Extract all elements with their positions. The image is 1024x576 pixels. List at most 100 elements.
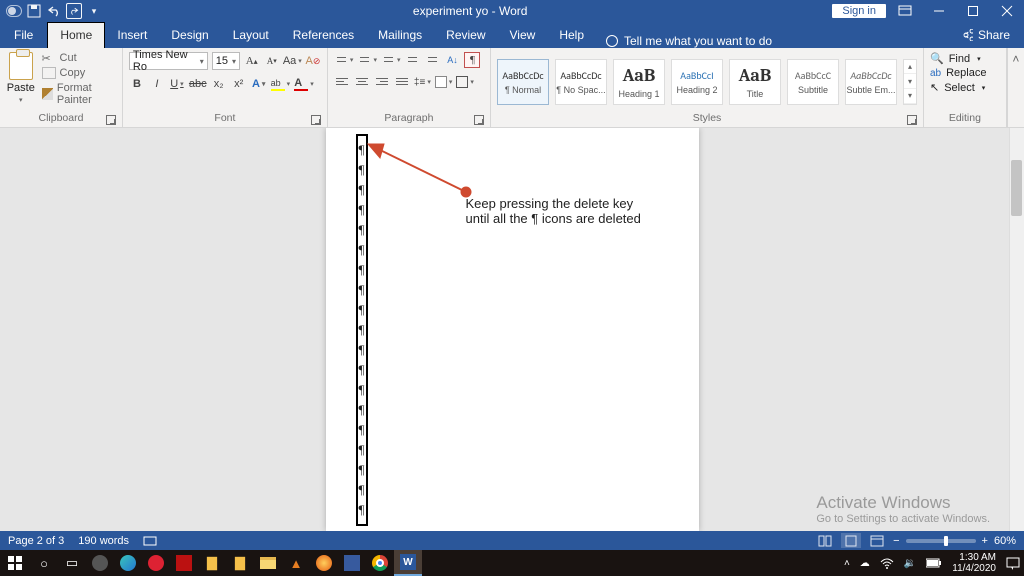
- cut-button[interactable]: ✂Cut: [42, 52, 116, 64]
- align-left-button[interactable]: [334, 74, 350, 90]
- taskbar-app-opera[interactable]: [142, 550, 170, 576]
- print-layout-button[interactable]: [841, 533, 861, 548]
- font-size-combo[interactable]: 15▾: [212, 52, 240, 70]
- taskbar-app-folder2[interactable]: ▇: [226, 550, 254, 576]
- paragraph-dialog-launcher[interactable]: [474, 115, 484, 125]
- numbering-button[interactable]: ▾: [357, 52, 377, 68]
- subscript-button[interactable]: x₂: [211, 76, 227, 92]
- align-center-button[interactable]: [354, 74, 370, 90]
- font-dialog-launcher[interactable]: [311, 115, 321, 125]
- tab-home[interactable]: Home: [47, 22, 105, 48]
- save-icon[interactable]: [26, 3, 42, 19]
- undo-icon[interactable]: [46, 3, 62, 19]
- borders-button[interactable]: ▾: [456, 74, 474, 90]
- taskbar-app-edge[interactable]: [114, 550, 142, 576]
- bullets-button[interactable]: ▾: [334, 52, 354, 68]
- increase-indent-button[interactable]: [424, 52, 440, 68]
- find-button[interactable]: 🔍Find▾: [930, 52, 986, 65]
- word-count[interactable]: 190 words: [78, 535, 129, 547]
- zoom-slider[interactable]: [906, 539, 976, 543]
- vertical-scrollbar[interactable]: [1009, 128, 1024, 531]
- redo-icon[interactable]: [66, 3, 82, 19]
- taskbar-app-chrome[interactable]: [366, 550, 394, 576]
- shading-button[interactable]: ▾: [435, 74, 453, 90]
- format-painter-button[interactable]: Format Painter: [42, 82, 116, 106]
- style-no-spacing[interactable]: AaBbCcDc¶ No Spac...: [555, 59, 607, 105]
- style-subtitle[interactable]: AaBbCcCSubtitle: [787, 59, 839, 105]
- styles-scroll[interactable]: ▴▾▾: [903, 59, 917, 105]
- search-icon[interactable]: ○: [30, 550, 58, 576]
- superscript-button[interactable]: x²: [231, 76, 247, 92]
- shrink-font-button[interactable]: A▾: [264, 53, 280, 69]
- styles-dialog-launcher[interactable]: [907, 115, 917, 125]
- taskbar-app-vlc[interactable]: ▲: [282, 550, 310, 576]
- notification-icon[interactable]: [1006, 557, 1020, 570]
- web-layout-button[interactable]: [867, 533, 887, 548]
- line-spacing-button[interactable]: ‡≡▾: [414, 74, 431, 90]
- autosave-toggle[interactable]: [6, 3, 22, 19]
- clipboard-dialog-launcher[interactable]: [106, 115, 116, 125]
- tab-help[interactable]: Help: [547, 23, 596, 48]
- tray-wifi-icon[interactable]: [880, 558, 894, 569]
- tab-view[interactable]: View: [498, 23, 548, 48]
- tab-references[interactable]: References: [281, 23, 366, 48]
- taskbar-app-folder1[interactable]: ▇: [198, 550, 226, 576]
- select-button[interactable]: ↖Select▾: [930, 81, 986, 94]
- sort-button[interactable]: A↓: [444, 52, 460, 68]
- tab-review[interactable]: Review: [434, 23, 497, 48]
- style-normal[interactable]: AaBbCcDc¶ Normal: [497, 59, 549, 105]
- style-heading-1[interactable]: AaBHeading 1: [613, 59, 665, 105]
- tell-me-search[interactable]: Tell me what you want to do: [606, 34, 772, 48]
- page[interactable]: ¶¶¶¶¶¶¶¶¶¶¶¶¶¶¶¶¶¶¶ Keep pressing the de…: [326, 128, 699, 531]
- tab-insert[interactable]: Insert: [105, 23, 159, 48]
- grow-font-button[interactable]: A▴: [244, 53, 260, 69]
- maximize-button[interactable]: [958, 0, 988, 22]
- read-mode-button[interactable]: [815, 533, 835, 548]
- ribbon-display-icon[interactable]: [890, 0, 920, 22]
- scrollbar-thumb[interactable]: [1011, 160, 1022, 216]
- clear-format-button[interactable]: A⊘: [305, 53, 321, 69]
- italic-button[interactable]: I: [149, 76, 165, 92]
- taskbar-app-firefox[interactable]: [310, 550, 338, 576]
- font-family-combo[interactable]: Times New Ro▾: [129, 52, 208, 70]
- qat-customize-icon[interactable]: ▾: [86, 3, 102, 19]
- style-title[interactable]: AaBTitle: [729, 59, 781, 105]
- share-button[interactable]: Share: [947, 23, 1024, 48]
- font-color-button[interactable]: A▾: [294, 76, 314, 92]
- page-indicator[interactable]: Page 2 of 3: [8, 535, 64, 547]
- bold-button[interactable]: B: [129, 76, 145, 92]
- highlight-button[interactable]: ab▾: [271, 76, 291, 92]
- tab-design[interactable]: Design: [159, 23, 220, 48]
- style-heading-2[interactable]: AaBbCcIHeading 2: [671, 59, 723, 105]
- taskbar-app-generic[interactable]: [338, 550, 366, 576]
- align-right-button[interactable]: [374, 74, 390, 90]
- taskbar-app-acrobat[interactable]: [170, 550, 198, 576]
- minimize-button[interactable]: [924, 0, 954, 22]
- sign-in-button[interactable]: Sign in: [832, 4, 886, 18]
- spellcheck-icon[interactable]: [143, 535, 157, 547]
- decrease-indent-button[interactable]: [404, 52, 420, 68]
- text-effects-button[interactable]: A▾: [251, 76, 267, 92]
- zoom-in-button[interactable]: +: [982, 535, 988, 547]
- tab-file[interactable]: File: [0, 23, 47, 48]
- tray-cloud-icon[interactable]: ☁: [860, 558, 870, 569]
- style-subtle-emphasis[interactable]: AaBbCcDcSubtle Em...: [845, 59, 897, 105]
- clock[interactable]: 1:30 AM 11/4/2020: [952, 552, 996, 574]
- taskbar-app-explorer[interactable]: [254, 550, 282, 576]
- copy-button[interactable]: Copy: [42, 67, 116, 79]
- taskbar-app-word[interactable]: W: [394, 550, 422, 576]
- zoom-out-button[interactable]: −: [893, 535, 899, 547]
- collapse-ribbon-button[interactable]: ˄: [1007, 48, 1024, 127]
- underline-button[interactable]: U▾: [169, 76, 185, 92]
- paste-button[interactable]: Paste ▾: [6, 52, 36, 111]
- tray-volume-icon[interactable]: 🔉: [904, 558, 916, 569]
- tray-expand-icon[interactable]: ˄: [844, 558, 850, 569]
- tray-battery-icon[interactable]: [926, 558, 942, 568]
- close-button[interactable]: [992, 0, 1022, 22]
- replace-button[interactable]: abReplace: [930, 67, 986, 79]
- justify-button[interactable]: [394, 74, 410, 90]
- tab-layout[interactable]: Layout: [221, 23, 281, 48]
- change-case-button[interactable]: Aa▾: [284, 53, 301, 69]
- show-hide-pilcrow-button[interactable]: ¶: [464, 52, 480, 68]
- zoom-level[interactable]: 60%: [994, 535, 1016, 547]
